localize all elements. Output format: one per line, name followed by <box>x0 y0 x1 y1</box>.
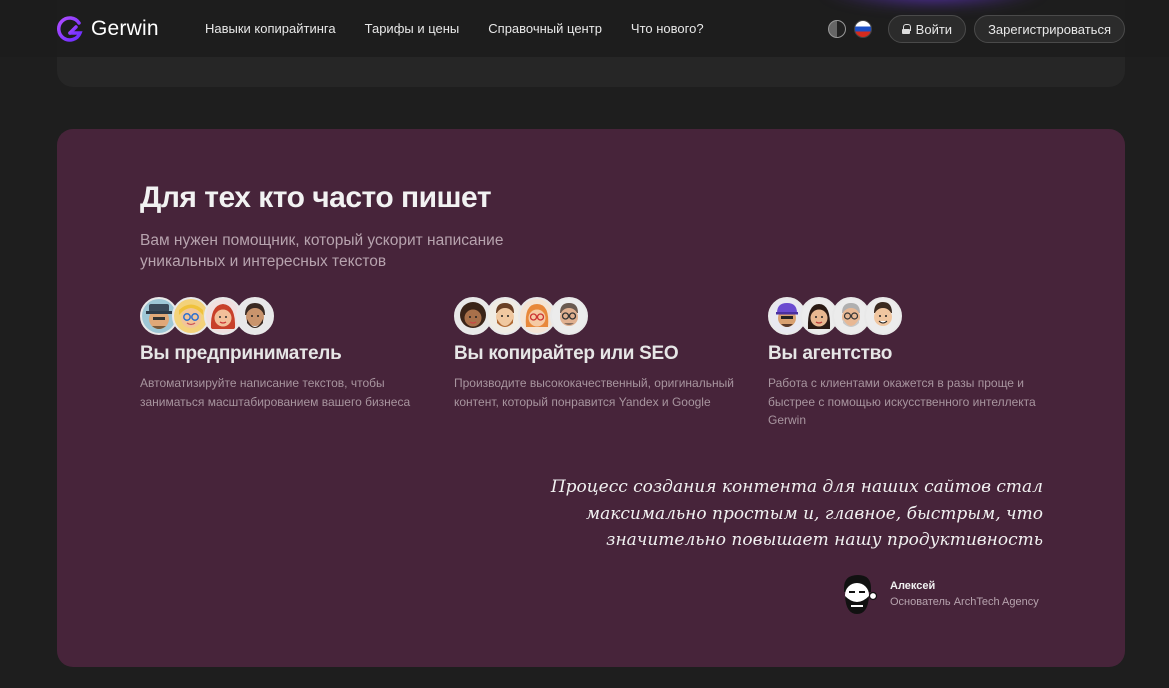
header-glow <box>818 0 1048 10</box>
logo[interactable]: Gerwin <box>57 16 159 42</box>
agency-column: Вы агентство Работа с клиентами окажется… <box>768 297 1058 430</box>
author-name: Алексей <box>890 580 936 592</box>
avatar-young-man <box>864 297 902 335</box>
page: Gerwin Навыки копирайтинга Тарифы и цены… <box>0 0 1169 688</box>
column-text: Производите высококачественный, оригинал… <box>454 376 734 409</box>
copywriter-column: Вы копирайтер или SEO Производите высоко… <box>454 297 744 411</box>
avatar-bearded-man <box>236 297 274 335</box>
main-nav: Навыки копирайтинга Тарифы и цены Справо… <box>205 21 704 36</box>
contrast-icon[interactable] <box>827 20 846 38</box>
audience-section: Для тех кто часто пишет Вам нужен помощн… <box>57 129 1125 667</box>
gerwin-logo-icon <box>57 16 83 42</box>
nav-pricing[interactable]: Тарифы и цены <box>365 21 460 36</box>
column-text: Автоматизируйте написание текстов, чтобы… <box>140 376 411 409</box>
header-actions: Войти Зарегистрироваться <box>827 15 1125 43</box>
logo-text: Gerwin <box>91 17 159 40</box>
avatar-group <box>454 297 744 335</box>
login-button[interactable]: Войти <box>887 15 967 43</box>
avatar-grey-hair-glasses <box>550 297 588 335</box>
author-info: Алексей Основатель ArchTech Agency <box>890 580 1039 608</box>
testimonial-author: Алексей Основатель ArchTech Agency <box>838 572 1039 616</box>
lock-icon <box>901 24 911 34</box>
login-label: Войти <box>915 21 953 37</box>
top-navbar: Gerwin Навыки копирайтинга Тарифы и цены… <box>0 0 1169 57</box>
section-title: Для тех кто часто пишет <box>140 181 492 214</box>
column-text: Работа с клиентами окажется в разы проще… <box>768 376 1036 427</box>
nav-help-center[interactable]: Справочный центр <box>488 21 602 36</box>
avatar-group <box>768 297 1058 335</box>
russia-flag-icon[interactable] <box>853 20 872 38</box>
avatar-group <box>140 297 430 335</box>
author-role: Основатель ArchTech Agency <box>890 596 1039 608</box>
nav-copywriting-skills[interactable]: Навыки копирайтинга <box>205 21 336 36</box>
author-avatar <box>844 575 878 614</box>
column-title: Вы агентство <box>768 343 893 364</box>
nav-whats-new[interactable]: Что нового? <box>631 21 704 36</box>
section-subtitle: Вам нужен помощник, который ускорит напи… <box>140 232 504 270</box>
register-button[interactable]: Зарегистрироваться <box>974 15 1125 43</box>
testimonial-quote: Процесс создания контента для наших сайт… <box>550 477 1043 550</box>
column-title: Вы копирайтер или SEO <box>454 343 679 364</box>
column-title: Вы предприниматель <box>140 343 342 364</box>
entrepreneur-column: Вы предприниматель Автоматизируйте напис… <box>140 297 430 411</box>
